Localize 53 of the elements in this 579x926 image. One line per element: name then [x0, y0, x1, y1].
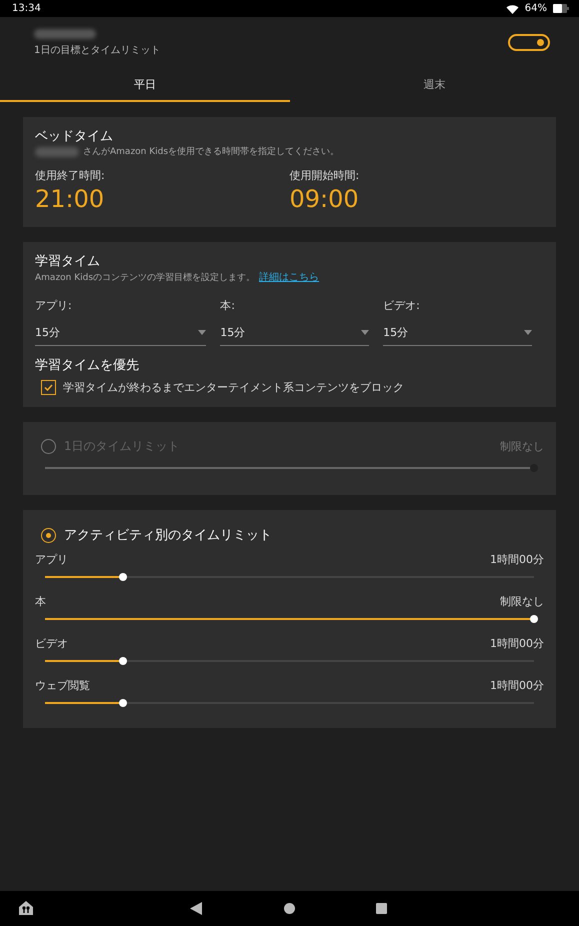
battery-icon — [553, 4, 569, 13]
toggle-switch[interactable] — [508, 34, 550, 51]
time-value[interactable]: 21:00 — [35, 185, 290, 213]
option-label: アクティビティ別のタイムリミット — [64, 527, 272, 544]
option-label: 1日のタイムリミット — [64, 438, 180, 455]
slider-thumb[interactable] — [119, 573, 128, 581]
back-icon[interactable] — [190, 902, 202, 915]
time-label: 使用終了時間: — [35, 168, 106, 183]
home-icon[interactable] — [18, 900, 34, 916]
limit-value: 制限なし — [500, 439, 544, 454]
slider-thumb[interactable] — [530, 615, 538, 623]
radio-button[interactable] — [41, 439, 56, 454]
tab[interactable]: 平日 — [0, 68, 290, 102]
slider-thumb[interactable] — [119, 657, 128, 665]
activity-name: 本 — [35, 594, 46, 609]
time-label: 使用開始時間: — [290, 168, 360, 183]
section-description: さんがAmazon Kidsを使用できる時間帯を指定してください。 — [83, 146, 340, 158]
blurred-name — [34, 28, 96, 38]
time-value[interactable]: 09:00 — [290, 185, 544, 213]
radio-button[interactable] — [41, 528, 56, 542]
checkbox[interactable] — [41, 380, 56, 395]
checkbox-label: 学習タイムが終わるまでエンターテイメント系コンテンツをブロック — [63, 380, 404, 395]
tab[interactable]: 週末 — [290, 68, 579, 102]
activity-name: アプリ — [35, 552, 68, 567]
details-link[interactable]: 詳細はこちら — [259, 270, 320, 284]
activity-name: ウェブ閲覧 — [35, 678, 90, 693]
section-title: ベッドタイム — [35, 128, 114, 145]
dropdown[interactable]: 15分 — [383, 321, 532, 346]
blurred-name — [35, 146, 79, 156]
caret-icon — [361, 330, 370, 335]
header-subtitle: 1日の目標とタイムリミット — [34, 44, 160, 56]
home-button-icon[interactable] — [284, 903, 295, 914]
dropdown[interactable]: 15分 — [220, 321, 370, 346]
caret-icon — [524, 330, 532, 335]
slider-thumb[interactable] — [119, 699, 128, 707]
limit-value: 1時間00分 — [490, 552, 544, 567]
limit-value: 1時間00分 — [490, 678, 544, 693]
limit-value: 1時間00分 — [490, 636, 544, 651]
caret-icon — [198, 330, 206, 335]
limit-value: 制限なし — [500, 594, 544, 609]
check-icon — [44, 384, 53, 391]
clock: 13:34 — [12, 3, 41, 14]
section-title: 学習タイムを優先 — [35, 357, 140, 374]
section-description: Amazon Kidsのコンテンツの学習目標を設定します。 — [35, 272, 256, 284]
dropdown[interactable]: 15分 — [35, 321, 206, 346]
section-title: 学習タイム — [35, 253, 101, 270]
activity-name: ビデオ — [35, 636, 68, 651]
wifi-icon — [506, 4, 519, 14]
dropdown-label: ビデオ: — [383, 298, 421, 313]
battery-percent: 64% — [524, 3, 547, 14]
dropdown-label: 本: — [220, 298, 236, 313]
dropdown-label: アプリ: — [35, 298, 73, 313]
slider-thumb[interactable] — [530, 464, 538, 472]
